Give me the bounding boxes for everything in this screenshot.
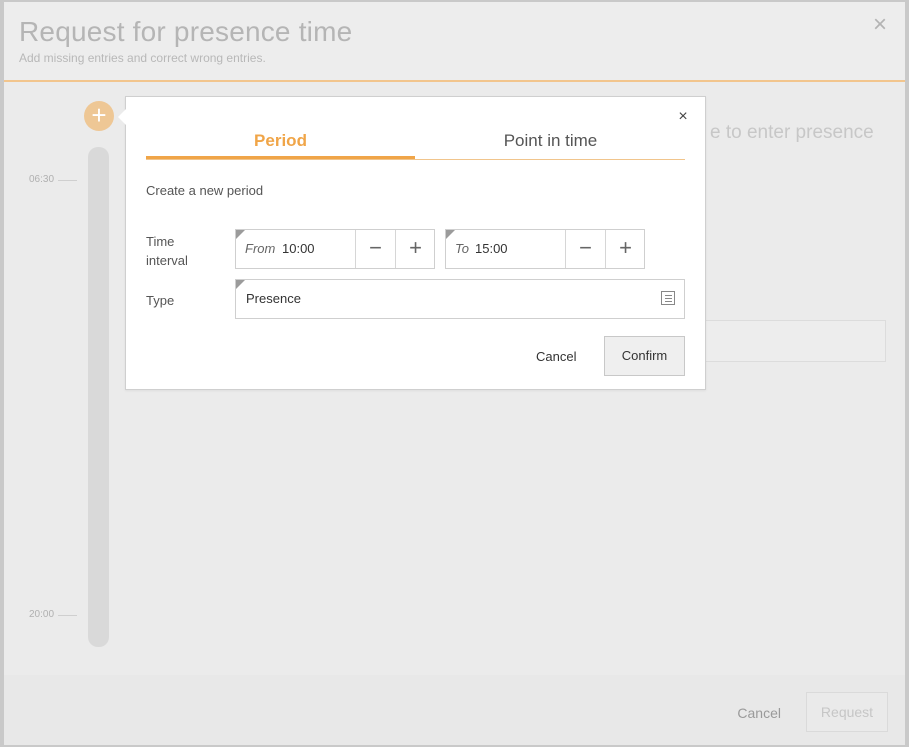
dialog-header: Request for presence time Add missing en… bbox=[4, 2, 905, 82]
tab-bar: Period Point in time bbox=[146, 131, 685, 160]
popup-arrow bbox=[118, 109, 126, 125]
timeline-track[interactable] bbox=[88, 147, 109, 647]
new-period-popup: × Period Point in time Create a new peri… bbox=[118, 96, 706, 390]
from-decrement-button[interactable]: − bbox=[355, 230, 395, 268]
to-time-field[interactable]: To 15:00 − + bbox=[445, 229, 645, 269]
from-time-field[interactable]: From 10:00 − + bbox=[235, 229, 435, 269]
field-corner-marker bbox=[236, 280, 245, 289]
dialog-title: Request for presence time bbox=[19, 16, 353, 47]
section-title: Create a new period bbox=[146, 183, 264, 198]
field-corner-marker bbox=[446, 230, 455, 239]
background-hint-text: e to enter presence bbox=[710, 122, 874, 143]
tab-period[interactable]: Period bbox=[146, 131, 415, 159]
close-icon[interactable]: × bbox=[869, 13, 891, 37]
to-prefix: To bbox=[455, 241, 469, 256]
to-increment-button[interactable]: + bbox=[605, 230, 645, 268]
close-icon[interactable]: × bbox=[675, 109, 691, 125]
cancel-button[interactable]: Cancel bbox=[536, 349, 576, 364]
type-select[interactable]: Presence bbox=[235, 279, 685, 319]
add-entry-button[interactable]: + bbox=[84, 101, 114, 131]
timeline-tick bbox=[58, 180, 77, 181]
dialog-footer: Cancel Request bbox=[4, 675, 905, 745]
field-corner-marker bbox=[236, 230, 245, 239]
timeline-label-start: 06:30 bbox=[29, 174, 55, 185]
timeline-label-end: 20:00 bbox=[29, 609, 55, 620]
dialog-subtitle: Add missing entries and correct wrong en… bbox=[19, 51, 266, 65]
to-time-value[interactable]: 15:00 bbox=[475, 241, 508, 256]
to-decrement-button[interactable]: − bbox=[565, 230, 605, 268]
from-time-value[interactable]: 10:00 bbox=[282, 241, 315, 256]
request-button[interactable]: Request bbox=[806, 692, 888, 732]
time-interval-label: Time interval bbox=[146, 234, 188, 268]
from-prefix: From bbox=[245, 241, 276, 256]
list-icon[interactable] bbox=[661, 291, 675, 305]
background-field bbox=[704, 320, 886, 362]
type-label: Type bbox=[146, 293, 175, 308]
from-increment-button[interactable]: + bbox=[395, 230, 435, 268]
timeline-tick bbox=[58, 615, 77, 616]
confirm-button[interactable]: Confirm bbox=[604, 336, 685, 376]
tab-point-in-time[interactable]: Point in time bbox=[416, 131, 685, 159]
cancel-button[interactable]: Cancel bbox=[737, 705, 781, 721]
type-value: Presence bbox=[246, 291, 301, 306]
